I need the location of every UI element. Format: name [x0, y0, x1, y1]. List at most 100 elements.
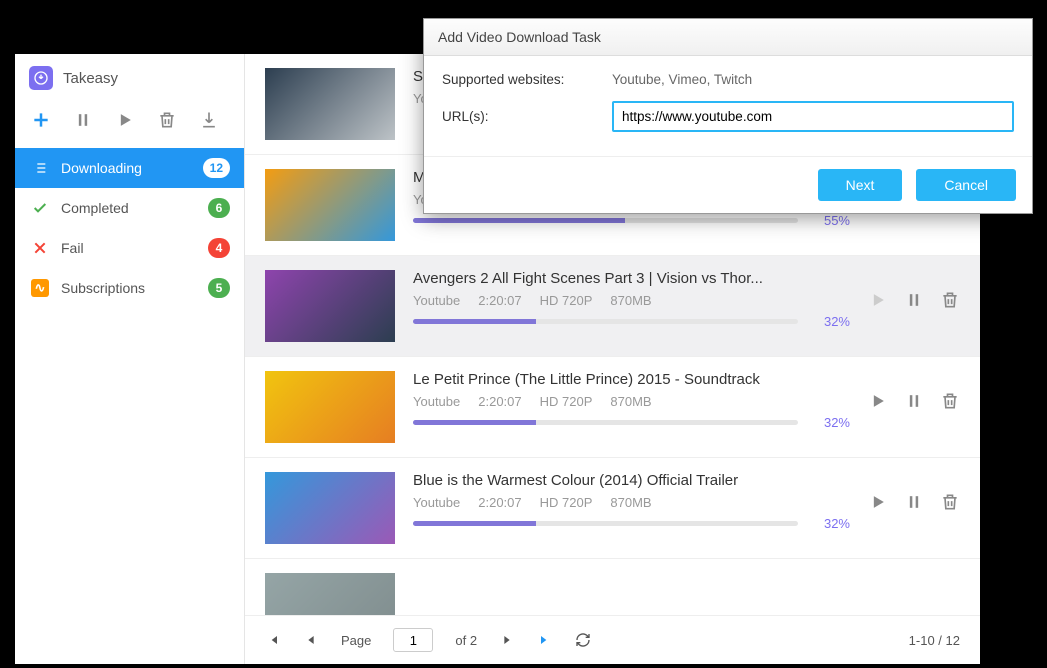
- download-meta: Le Petit Prince (The Little Prince) 2015…: [413, 371, 850, 430]
- sidebar-toolbar: [15, 106, 244, 148]
- check-icon: [29, 200, 51, 216]
- trash-icon[interactable]: [940, 492, 960, 517]
- play-icon[interactable]: [868, 391, 888, 416]
- video-quality: HD 720P: [540, 394, 593, 409]
- video-title: Avengers 2 All Fight Scenes Part 3 | Vis…: [413, 270, 850, 287]
- sidebar: Takeasy Downloading 12 Completed 6 Fail: [15, 54, 245, 664]
- trash-icon[interactable]: [940, 290, 960, 315]
- download-row[interactable]: Blue is the Warmest Colour (2014) Offici…: [245, 458, 980, 559]
- download-meta: [413, 573, 942, 579]
- sidebar-nav: Downloading 12 Completed 6 Fail 4 ∿ Subs…: [15, 148, 244, 308]
- progress: 55%: [413, 213, 850, 228]
- progress: 32%: [413, 314, 850, 329]
- video-quality: HD 720P: [540, 495, 593, 510]
- video-info: Youtube 2:20:07 HD 720P 870MB: [413, 495, 850, 510]
- next-page-button[interactable]: [499, 632, 515, 648]
- first-page-button[interactable]: [265, 632, 281, 648]
- play-icon[interactable]: [868, 290, 888, 315]
- pager-range: 1-10 / 12: [909, 633, 960, 648]
- pause-icon[interactable]: [904, 492, 924, 517]
- video-source: Youtube: [413, 394, 460, 409]
- sidebar-item-label: Subscriptions: [61, 280, 208, 296]
- video-source: Youtube: [413, 495, 460, 510]
- sidebar-item-label: Downloading: [61, 160, 203, 176]
- progress-bar: [413, 420, 798, 425]
- x-icon: [29, 240, 51, 256]
- rss-icon: ∿: [29, 279, 51, 297]
- prev-page-button[interactable]: [303, 632, 319, 648]
- download-meta: Avengers 2 All Fight Scenes Part 3 | Vis…: [413, 270, 850, 329]
- badge: 6: [208, 198, 230, 218]
- download-row[interactable]: Le Petit Prince (The Little Prince) 2015…: [245, 357, 980, 458]
- row-actions: [868, 270, 960, 315]
- sidebar-item-downloading[interactable]: Downloading 12: [15, 148, 244, 188]
- sidebar-header: Takeasy: [15, 54, 244, 106]
- pause-icon[interactable]: [904, 391, 924, 416]
- download-row[interactable]: [245, 559, 980, 615]
- resume-all-button[interactable]: [111, 106, 139, 134]
- supported-websites-value: Youtube, Vimeo, Twitch: [612, 72, 752, 87]
- list-icon: [29, 160, 51, 176]
- add-button[interactable]: [27, 106, 55, 134]
- pager-of-label: of 2: [455, 633, 477, 648]
- badge: 5: [208, 278, 230, 298]
- sidebar-item-subscriptions[interactable]: ∿ Subscriptions 5: [15, 268, 244, 308]
- url-input[interactable]: [612, 101, 1014, 132]
- download-all-button[interactable]: [195, 106, 223, 134]
- progress-percent: 32%: [810, 516, 850, 531]
- row-actions: [868, 472, 960, 517]
- delete-all-button[interactable]: [153, 106, 181, 134]
- cancel-button[interactable]: Cancel: [916, 169, 1016, 201]
- add-task-dialog: Add Video Download Task Supported websit…: [423, 18, 1033, 214]
- urls-label: URL(s):: [442, 109, 612, 124]
- video-title: Le Petit Prince (The Little Prince) 2015…: [413, 371, 850, 388]
- video-thumbnail: [265, 270, 395, 342]
- app-logo-icon: [29, 66, 53, 90]
- video-thumbnail: [265, 68, 395, 140]
- progress: 32%: [413, 415, 850, 430]
- app-name: Takeasy: [63, 70, 118, 87]
- video-size: 870MB: [610, 394, 651, 409]
- progress-bar: [413, 521, 798, 526]
- video-size: 870MB: [610, 293, 651, 308]
- video-thumbnail: [265, 472, 395, 544]
- download-row[interactable]: Avengers 2 All Fight Scenes Part 3 | Vis…: [245, 256, 980, 357]
- refresh-button[interactable]: [575, 632, 591, 648]
- progress-bar: [413, 218, 798, 223]
- video-size: 870MB: [610, 495, 651, 510]
- video-thumbnail: [265, 371, 395, 443]
- badge: 12: [203, 158, 230, 178]
- video-title: Blue is the Warmest Colour (2014) Offici…: [413, 472, 850, 489]
- progress-percent: 55%: [810, 213, 850, 228]
- page-number-input[interactable]: [393, 628, 433, 652]
- progress: 32%: [413, 516, 850, 531]
- progress-percent: 32%: [810, 415, 850, 430]
- next-button[interactable]: Next: [818, 169, 903, 201]
- dialog-title: Add Video Download Task: [424, 19, 1032, 56]
- video-info: Youtube2:20:07HD 720P870MB: [413, 394, 850, 409]
- sidebar-item-label: Completed: [61, 200, 208, 216]
- video-thumbnail: [265, 573, 395, 615]
- pager-page-label: Page: [341, 633, 371, 648]
- video-info: Youtube 2:20:07 HD 720P 870MB: [413, 293, 850, 308]
- pause-all-button[interactable]: [69, 106, 97, 134]
- last-page-button[interactable]: [537, 632, 553, 648]
- progress-bar: [413, 319, 798, 324]
- play-icon[interactable]: [868, 492, 888, 517]
- video-duration: 2:20:07: [478, 495, 521, 510]
- download-meta: Blue is the Warmest Colour (2014) Offici…: [413, 472, 850, 531]
- video-thumbnail: [265, 169, 395, 241]
- pause-icon[interactable]: [904, 290, 924, 315]
- badge: 4: [208, 238, 230, 258]
- video-quality: HD 720P: [540, 293, 593, 308]
- video-duration: 2:20:07: [478, 293, 521, 308]
- supported-websites-label: Supported websites:: [442, 72, 612, 87]
- progress-percent: 32%: [810, 314, 850, 329]
- video-source: Youtube: [413, 293, 460, 308]
- sidebar-item-fail[interactable]: Fail 4: [15, 228, 244, 268]
- dialog-body: Supported websites: Youtube, Vimeo, Twit…: [424, 56, 1032, 156]
- row-actions: [868, 371, 960, 416]
- trash-icon[interactable]: [940, 391, 960, 416]
- dialog-footer: Next Cancel: [424, 156, 1032, 213]
- sidebar-item-completed[interactable]: Completed 6: [15, 188, 244, 228]
